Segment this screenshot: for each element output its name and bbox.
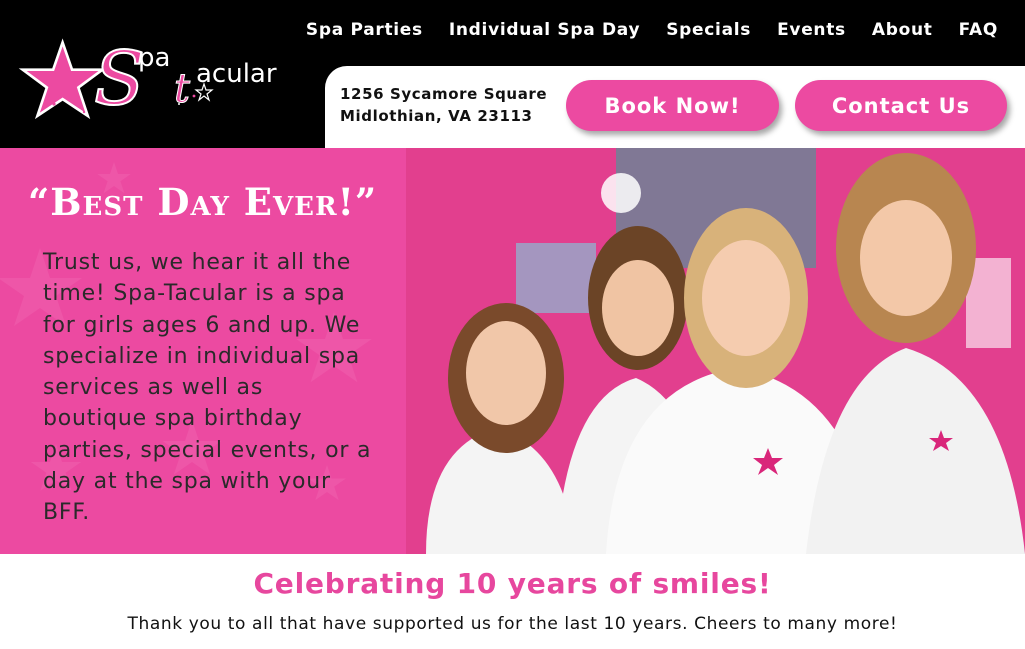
hero-photo	[406, 148, 1025, 554]
logo-graphic: S pa t acular	[18, 35, 277, 123]
address-line-1: 1256 Sycamore Square	[340, 85, 548, 103]
address-line-2: Midlothian, VA 23113	[340, 107, 533, 125]
hero-body-text: Trust us, we hear it all the time! Spa-T…	[43, 250, 372, 526]
nav-faq[interactable]: FAQ	[959, 20, 998, 40]
svg-text:acular: acular	[196, 59, 277, 89]
girls-in-spa-robes-photo	[406, 148, 1025, 554]
site-header: S pa t acular Spa Parties Individual Spa…	[0, 0, 1025, 148]
svg-text:pa: pa	[138, 43, 170, 73]
svg-text:t: t	[174, 66, 191, 112]
nav-specials[interactable]: Specials	[666, 20, 751, 40]
book-now-button[interactable]: Book Now!	[566, 80, 779, 131]
spatacular-logo[interactable]: S pa t acular	[14, 24, 304, 124]
nav-individual-spa-day[interactable]: Individual Spa Day	[449, 20, 640, 40]
nav-spa-parties[interactable]: Spa Parties	[306, 20, 423, 40]
main-nav: Spa Parties Individual Spa Day Specials …	[306, 20, 998, 40]
hero-text-panel: “Best Day Ever!” Trust us, we hear it al…	[0, 148, 406, 554]
celebration-title: Celebrating 10 years of smiles!	[253, 567, 772, 600]
contact-us-button[interactable]: Contact Us	[795, 80, 1007, 131]
nav-events[interactable]: Events	[777, 20, 846, 40]
address-block: 1256 Sycamore Square Midlothian, VA 2311…	[340, 83, 547, 127]
info-bar: 1256 Sycamore Square Midlothian, VA 2311…	[325, 66, 1025, 148]
celebration-message: Thank you to all that have supported us …	[127, 614, 898, 634]
hero-heading: “Best Day Ever!”	[28, 180, 378, 224]
nav-about[interactable]: About	[872, 20, 933, 40]
